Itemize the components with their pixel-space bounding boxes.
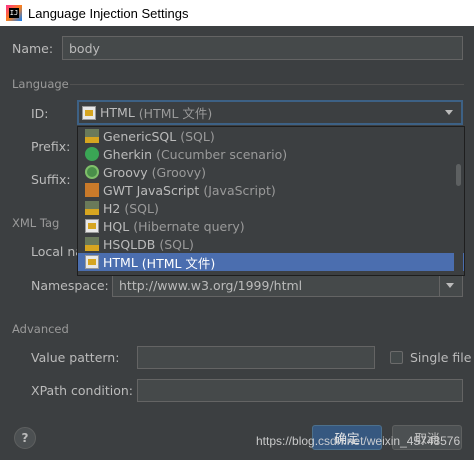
- dropdown-item-hql[interactable]: HQL (Hibernate query): [78, 217, 464, 235]
- item-name: Groovy: [103, 164, 148, 180]
- single-file-label: Single file: [410, 350, 472, 365]
- window-title: Language Injection Settings: [28, 5, 189, 21]
- sql-icon: [85, 201, 99, 215]
- xpath-condition-input[interactable]: [137, 379, 463, 402]
- xml-tag-section-title: XML Tag: [12, 216, 60, 230]
- gherkin-icon: [85, 147, 99, 161]
- item-sub: (SQL): [159, 236, 194, 252]
- chevron-down-icon[interactable]: [445, 110, 453, 115]
- single-file-checkbox[interactable]: [390, 351, 403, 364]
- xpath-condition-label: XPath condition:: [31, 383, 134, 398]
- app-icon-label: IJ: [9, 8, 19, 18]
- value-pattern-input[interactable]: [137, 346, 375, 369]
- item-name: Gherkin: [103, 146, 153, 162]
- name-input[interactable]: body: [62, 36, 463, 60]
- name-label: Name:: [12, 41, 54, 56]
- item-sub: (Groovy): [151, 164, 207, 180]
- sql-icon: [85, 237, 99, 251]
- chevron-down-icon[interactable]: [446, 283, 454, 288]
- dropdown-item-genericsql[interactable]: GenericSQL (SQL): [78, 127, 464, 145]
- namespace-divider: [439, 275, 440, 296]
- dropdown-item-gwt-javascript[interactable]: GWT JavaScript (JavaScript): [78, 181, 464, 199]
- namespace-value: http://www.w3.org/1999/html: [119, 278, 303, 293]
- watermark-text: https://blog.csdn.net/weixin_45748576: [256, 434, 461, 448]
- language-dropdown-list[interactable]: GenericSQL (SQL) Gherkin (Cucumber scenari…: [77, 126, 465, 276]
- intellij-app-icon: IJ: [6, 5, 22, 21]
- item-name: H2: [103, 200, 121, 216]
- dropdown-item-hsqldb[interactable]: HSQLDB (SQL): [78, 235, 464, 253]
- language-separator: [70, 84, 464, 85]
- hql-icon: [85, 219, 99, 233]
- item-sub: (HTML 文件): [141, 255, 216, 271]
- html-file-icon: [82, 105, 96, 120]
- gwt-icon: [85, 183, 99, 197]
- id-value-sub: (HTML 文件): [138, 106, 213, 121]
- item-name: HTML: [103, 254, 138, 270]
- groovy-icon: [85, 165, 99, 179]
- title-bar: IJ Language Injection Settings: [0, 0, 474, 26]
- item-sub: (JavaScript): [203, 182, 276, 198]
- sql-icon: [85, 129, 99, 143]
- name-value: body: [69, 40, 100, 56]
- scrollbar-thumb[interactable]: [456, 164, 461, 186]
- item-name: GenericSQL: [103, 128, 177, 144]
- dropdown-item-groovy[interactable]: Groovy (Groovy): [78, 163, 464, 181]
- language-section-title: Language: [12, 77, 69, 91]
- item-name: HQL: [103, 218, 130, 234]
- dropdown-item-h2[interactable]: H2 (SQL): [78, 199, 464, 217]
- value-pattern-label: Value pattern:: [31, 350, 120, 365]
- item-name: HSQLDB: [103, 236, 156, 252]
- item-sub: (SQL): [124, 200, 159, 216]
- local-name-label: Local na: [31, 244, 83, 259]
- dropdown-item-gherkin[interactable]: Gherkin (Cucumber scenario): [78, 145, 464, 163]
- item-sub: (Hibernate query): [133, 218, 245, 234]
- help-button[interactable]: ?: [14, 427, 36, 449]
- id-value: HTML: [100, 105, 135, 120]
- suffix-label: Suffix:: [31, 172, 71, 187]
- namespace-combobox[interactable]: http://www.w3.org/1999/html: [112, 274, 463, 297]
- item-sub: (SQL): [180, 128, 215, 144]
- item-name: GWT JavaScript: [103, 182, 200, 198]
- advanced-section-title: Advanced: [12, 322, 69, 336]
- dropdown-item-html[interactable]: HTML (HTML 文件): [78, 253, 464, 271]
- prefix-label: Prefix:: [31, 139, 71, 154]
- dropdown-scrollbar[interactable]: [454, 128, 463, 274]
- id-label: ID:: [31, 106, 49, 121]
- item-sub: (Cucumber scenario): [156, 146, 288, 162]
- language-id-combobox[interactable]: HTML (HTML 文件): [77, 100, 463, 125]
- html-icon: [85, 255, 99, 269]
- namespace-label: Namespace:: [31, 278, 109, 293]
